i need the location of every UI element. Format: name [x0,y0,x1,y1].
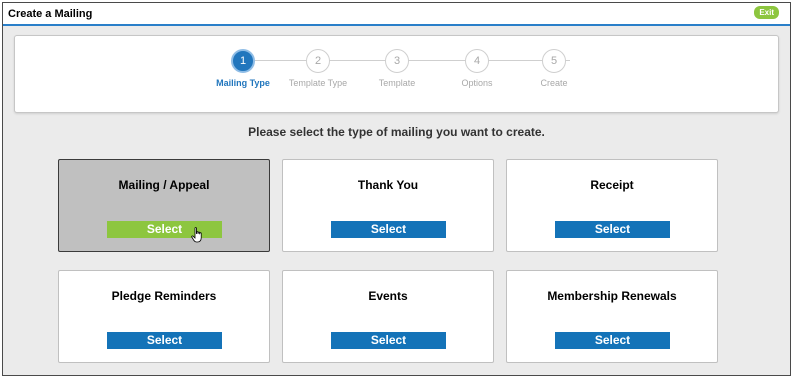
title-bar: Create a Mailing Exit [3,3,790,26]
step-number-circle: 2 [306,49,330,73]
step-label: Template [378,78,416,88]
card-title: Membership Renewals [547,289,677,303]
hand-pointer-icon [191,227,202,243]
mailing-type-card-thank-you[interactable]: Thank You Select [282,159,494,252]
select-receipt-button[interactable]: Select [555,221,670,238]
select-pledge-reminders-button[interactable]: Select [107,332,222,349]
create-mailing-window: Create a Mailing Exit 1 Mailing Type 2 T… [2,2,791,376]
mailing-type-card-pledge-reminders[interactable]: Pledge Reminders Select [58,270,270,363]
step-template-type: 2 Template Type [273,49,363,88]
card-title: Thank You [357,178,419,192]
card-title: Receipt [590,178,634,192]
window-title: Create a Mailing [8,8,93,20]
select-thank-you-button[interactable]: Select [331,221,446,238]
step-number-circle: 1 [231,49,255,73]
mailing-type-card-events[interactable]: Events Select [282,270,494,363]
exit-button[interactable]: Exit [754,6,779,19]
step-number-circle: 3 [385,49,409,73]
step-create: 5 Create [509,49,599,88]
wizard-stepper: 1 Mailing Type 2 Template Type 3 Templat… [14,35,779,113]
mailing-type-card-membership-renewals[interactable]: Membership Renewals Select [506,270,718,363]
card-title: Events [368,289,408,303]
card-title: Pledge Reminders [111,289,217,303]
step-number-circle: 4 [465,49,489,73]
mailing-type-card-receipt[interactable]: Receipt Select [506,159,718,252]
step-template: 3 Template [352,49,442,88]
step-number-circle: 5 [542,49,566,73]
mailing-type-card-mailing-appeal[interactable]: Mailing / Appeal Select [58,159,270,252]
step-label: Create [540,78,568,88]
select-membership-renewals-button[interactable]: Select [555,332,670,349]
step-label: Template Type [288,78,348,88]
instruction-text: Please select the type of mailing you wa… [248,125,545,139]
select-events-button[interactable]: Select [331,332,446,349]
card-title: Mailing / Appeal [118,178,210,192]
